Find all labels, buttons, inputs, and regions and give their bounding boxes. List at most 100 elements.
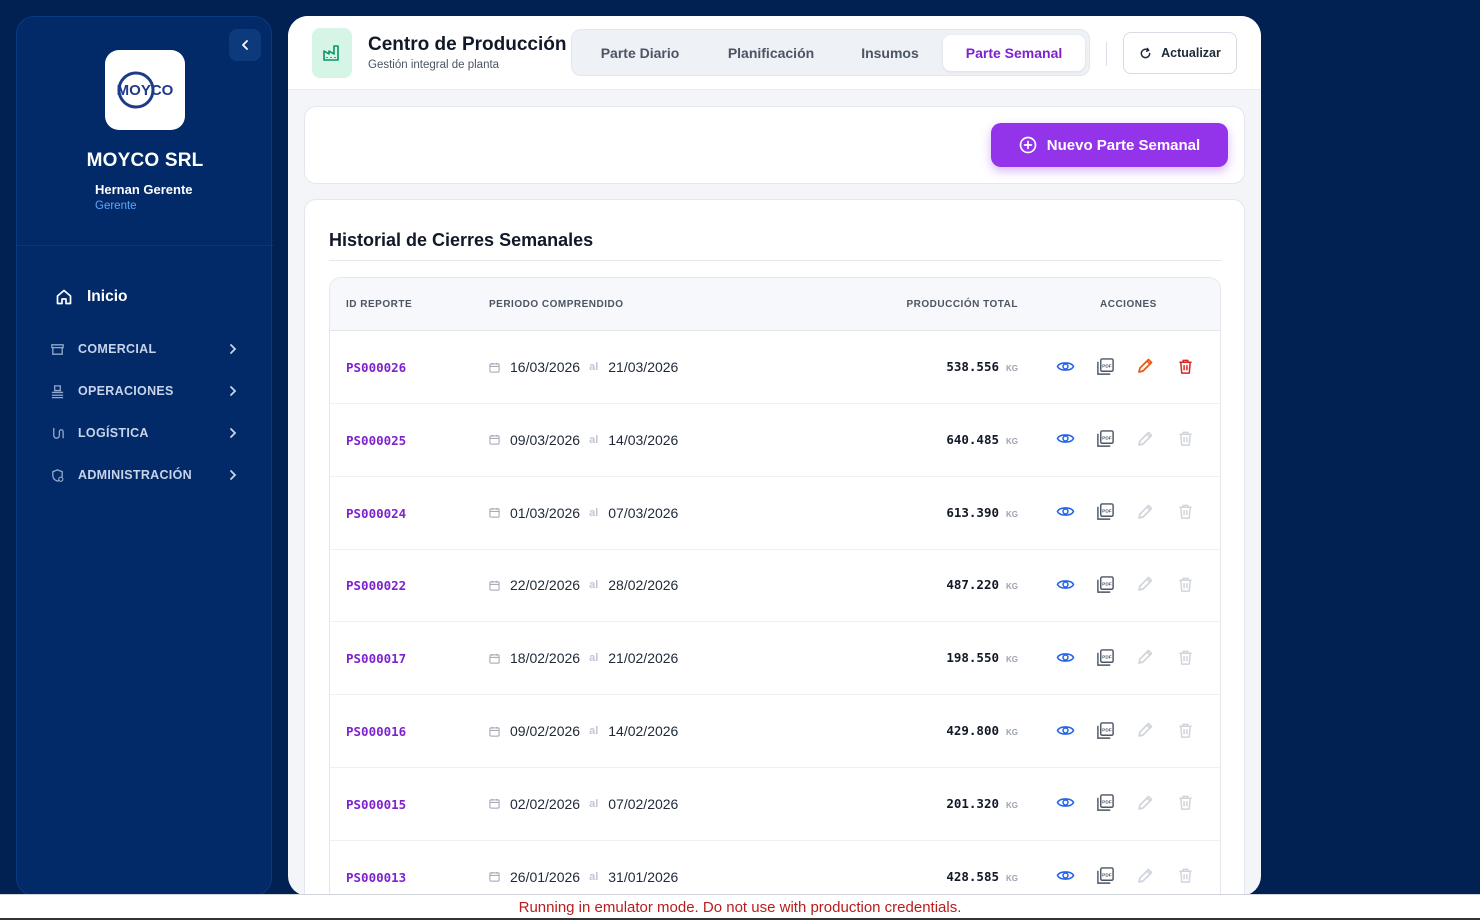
pdf-badge: PDF bbox=[1102, 872, 1112, 878]
tab-planificacion[interactable]: Planificación bbox=[708, 35, 834, 71]
period-end: 14/02/2026 bbox=[608, 723, 679, 739]
pdf-icon: PDF bbox=[1096, 867, 1114, 884]
report-id-link[interactable]: PS000015 bbox=[346, 797, 406, 812]
total-cell: 201.320 KG bbox=[946, 796, 1018, 811]
pdf-icon: PDF bbox=[1096, 721, 1114, 739]
pdf-button[interactable]: PDF bbox=[1094, 719, 1116, 741]
eye-icon bbox=[1056, 725, 1074, 735]
report-id-link[interactable]: PS000026 bbox=[346, 360, 406, 375]
page-title: Centro de Producción bbox=[368, 34, 567, 55]
sidebar-group-label: LOGÍSTICA bbox=[78, 426, 149, 440]
table-header: ID REPORTE PERIODO COMPRENDIDO PRODUCCIÓ… bbox=[330, 278, 1220, 331]
pdf-button[interactable]: PDF bbox=[1094, 646, 1116, 668]
trash-icon bbox=[1178, 650, 1192, 665]
total-value: 198.550 bbox=[946, 650, 999, 666]
calendar-icon bbox=[489, 580, 500, 591]
view-button[interactable] bbox=[1054, 719, 1076, 741]
pencil-icon bbox=[1138, 577, 1153, 592]
top-bar: Centro de Producción Gestión integral de… bbox=[288, 16, 1261, 90]
sidebar-item-inicio-label: Inicio bbox=[87, 288, 128, 305]
sidebar-group-operaciones[interactable]: OPERACIONES bbox=[49, 379, 239, 403]
tab-insumos[interactable]: Insumos bbox=[842, 35, 938, 71]
trash-icon bbox=[1178, 868, 1192, 883]
edit-button bbox=[1134, 501, 1156, 523]
sidebar-collapse-button[interactable] bbox=[229, 29, 261, 61]
sidebar-group-label: ADMINISTRACIÓN bbox=[78, 468, 192, 482]
view-button[interactable] bbox=[1054, 428, 1076, 450]
home-icon bbox=[56, 289, 72, 305]
delete-button bbox=[1174, 792, 1196, 814]
new-weekly-report-button[interactable]: Nuevo Parte Semanal bbox=[991, 123, 1228, 167]
delete-button bbox=[1174, 501, 1196, 523]
pdf-icon: PDF bbox=[1096, 503, 1114, 520]
sidebar-group-logistica[interactable]: LOGÍSTICA bbox=[49, 421, 239, 445]
period-separator: al bbox=[589, 579, 599, 592]
view-button[interactable] bbox=[1054, 792, 1076, 814]
total-value: 487.220 bbox=[946, 577, 999, 593]
delete-button bbox=[1174, 865, 1196, 887]
calendar-icon bbox=[489, 799, 500, 809]
total-unit: KG bbox=[1006, 436, 1018, 446]
edit-button bbox=[1134, 865, 1156, 887]
tab-parte-semanal[interactable]: Parte Semanal bbox=[943, 35, 1085, 71]
report-id-link[interactable]: PS000016 bbox=[346, 724, 406, 739]
new-weekly-report-label: Nuevo Parte Semanal bbox=[1046, 136, 1201, 154]
pencil-icon bbox=[1138, 358, 1153, 373]
calendar-icon bbox=[489, 653, 500, 664]
total-cell: 487.220 KG bbox=[946, 577, 1018, 592]
actions-card: Nuevo Parte Semanal bbox=[304, 106, 1245, 184]
col-header-actions: ACCIONES bbox=[1100, 299, 1157, 310]
view-button[interactable] bbox=[1054, 501, 1076, 523]
tab-bar: Parte Diario Planificación Insumos Parte… bbox=[571, 29, 1090, 76]
pencil-icon bbox=[1138, 649, 1153, 665]
report-id-link[interactable]: PS000022 bbox=[346, 578, 406, 593]
sidebar-item-inicio[interactable]: Inicio bbox=[55, 285, 127, 309]
view-button[interactable] bbox=[1054, 646, 1076, 668]
page-subtitle: Gestión integral de planta bbox=[368, 59, 500, 71]
admin-icon bbox=[51, 468, 63, 482]
eye-icon bbox=[1056, 871, 1074, 880]
period-end: 14/03/2026 bbox=[608, 431, 679, 448]
report-id-link[interactable]: PS000024 bbox=[346, 506, 406, 521]
pdf-button[interactable]: PDF bbox=[1094, 865, 1116, 887]
history-title-divider bbox=[329, 260, 1222, 261]
pdf-button[interactable]: PDF bbox=[1094, 428, 1116, 450]
period-separator: al bbox=[589, 433, 599, 446]
trash-icon bbox=[1178, 795, 1192, 811]
sidebar-group-comercial[interactable]: COMERCIAL bbox=[49, 337, 239, 361]
total-unit: KG bbox=[1006, 509, 1018, 519]
sidebar-group-administracion[interactable]: ADMINISTRACIÓN bbox=[49, 463, 239, 487]
period-start: 22/02/2026 bbox=[510, 577, 581, 594]
eye-icon bbox=[1056, 434, 1074, 444]
report-id-link[interactable]: PS000017 bbox=[346, 651, 406, 666]
pencil-icon bbox=[1138, 431, 1153, 446]
pdf-button[interactable]: PDF bbox=[1094, 792, 1116, 814]
delete-button[interactable] bbox=[1174, 355, 1196, 377]
period-cell: 02/02/2026 al 07/02/2026 bbox=[489, 796, 678, 812]
calendar-icon bbox=[489, 362, 500, 373]
report-id-link[interactable]: PS000025 bbox=[346, 433, 406, 448]
edit-button[interactable] bbox=[1134, 355, 1156, 377]
delete-button bbox=[1174, 719, 1196, 741]
view-button[interactable] bbox=[1054, 573, 1076, 595]
pdf-button[interactable]: PDF bbox=[1094, 501, 1116, 523]
sidebar-group-label: OPERACIONES bbox=[78, 384, 174, 398]
period-start: 18/02/2026 bbox=[510, 650, 581, 667]
tab-parte-diario[interactable]: Parte Diario bbox=[584, 35, 696, 71]
factory-icon bbox=[323, 45, 339, 61]
eye-icon bbox=[1056, 507, 1074, 516]
col-header-total: PRODUCCIÓN TOTAL bbox=[906, 299, 1018, 310]
period-end: 31/01/2026 bbox=[608, 868, 679, 885]
view-button[interactable] bbox=[1054, 355, 1076, 377]
pdf-button[interactable]: PDF bbox=[1094, 355, 1116, 377]
total-value: 640.485 bbox=[946, 431, 999, 447]
pencil-icon bbox=[1138, 722, 1153, 737]
report-id-link[interactable]: PS000013 bbox=[346, 870, 406, 885]
pencil-icon bbox=[1138, 868, 1153, 883]
pdf-badge: PDF bbox=[1102, 363, 1112, 369]
chevron-right-icon bbox=[230, 344, 237, 354]
view-button[interactable] bbox=[1054, 865, 1076, 887]
refresh-button[interactable]: Actualizar bbox=[1123, 32, 1237, 74]
table-row: PS000024 01/03/2026 al 07/03/2026 613.39… bbox=[330, 477, 1220, 550]
pdf-button[interactable]: PDF bbox=[1094, 573, 1116, 595]
